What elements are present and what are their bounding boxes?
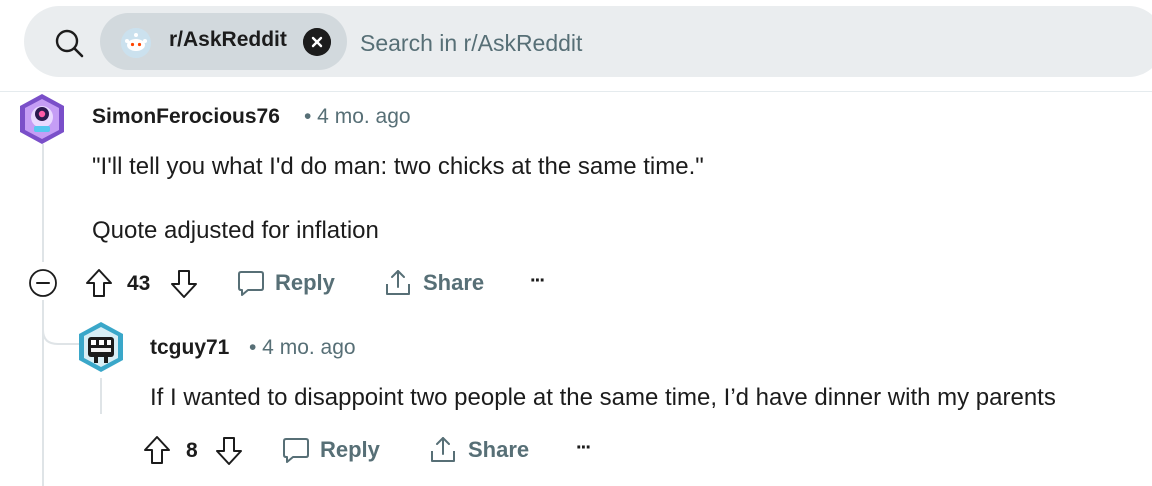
header-divider [0, 91, 1152, 92]
comment-body-line: If I wanted to disappoint two people at … [150, 384, 1056, 411]
search-bar[interactable]: r/AskReddit [24, 6, 1152, 77]
comment-author[interactable]: SimonFerocious76 [92, 105, 280, 129]
reply-label: Reply [320, 437, 380, 462]
comment-timestamp: • 4 mo. ago [249, 336, 356, 359]
subreddit-avatar-icon [121, 28, 151, 58]
downvote-icon[interactable] [215, 436, 243, 466]
share-label: Share [423, 270, 485, 295]
more-options-button[interactable]: ··· [530, 270, 546, 293]
downvote-icon[interactable] [170, 269, 198, 299]
comment-bubble-icon [283, 438, 309, 463]
thread-line-parent [42, 144, 44, 262]
vote-score: 43 [127, 272, 151, 295]
comment-author[interactable]: tcguy71 [150, 336, 229, 360]
upvote-icon[interactable] [143, 435, 171, 465]
search-icon[interactable] [54, 28, 84, 58]
share-icon [386, 270, 410, 295]
community-filter-chip[interactable]: r/AskReddit [100, 13, 347, 70]
user-avatar[interactable] [76, 321, 126, 373]
comment-timestamp: • 4 mo. ago [304, 105, 411, 128]
comment-body-line: "I'll tell you what I'd do man: two chic… [92, 153, 704, 180]
more-options-button[interactable]: ··· [576, 437, 592, 460]
vote-score: 8 [186, 439, 198, 462]
share-button[interactable]: Share [383, 268, 484, 298]
close-icon[interactable] [303, 28, 331, 56]
share-icon [431, 437, 455, 462]
search-input[interactable] [360, 23, 1060, 63]
community-chip-label: r/AskReddit [169, 28, 287, 51]
more-options-icon: ··· [576, 437, 592, 459]
collapse-thread-icon[interactable] [28, 268, 58, 298]
upvote-icon[interactable] [85, 268, 113, 298]
user-avatar[interactable] [17, 93, 67, 145]
more-options-icon: ··· [530, 270, 546, 292]
comment-bubble-icon [238, 271, 264, 296]
share-label: Share [468, 437, 530, 462]
reply-label: Reply [275, 270, 335, 295]
reply-button[interactable]: Reply [281, 435, 380, 465]
share-button[interactable]: Share [428, 435, 529, 465]
thread-line-child [100, 378, 102, 414]
comment-body-line: Quote adjusted for inflation [92, 217, 379, 244]
reply-button[interactable]: Reply [236, 268, 335, 298]
